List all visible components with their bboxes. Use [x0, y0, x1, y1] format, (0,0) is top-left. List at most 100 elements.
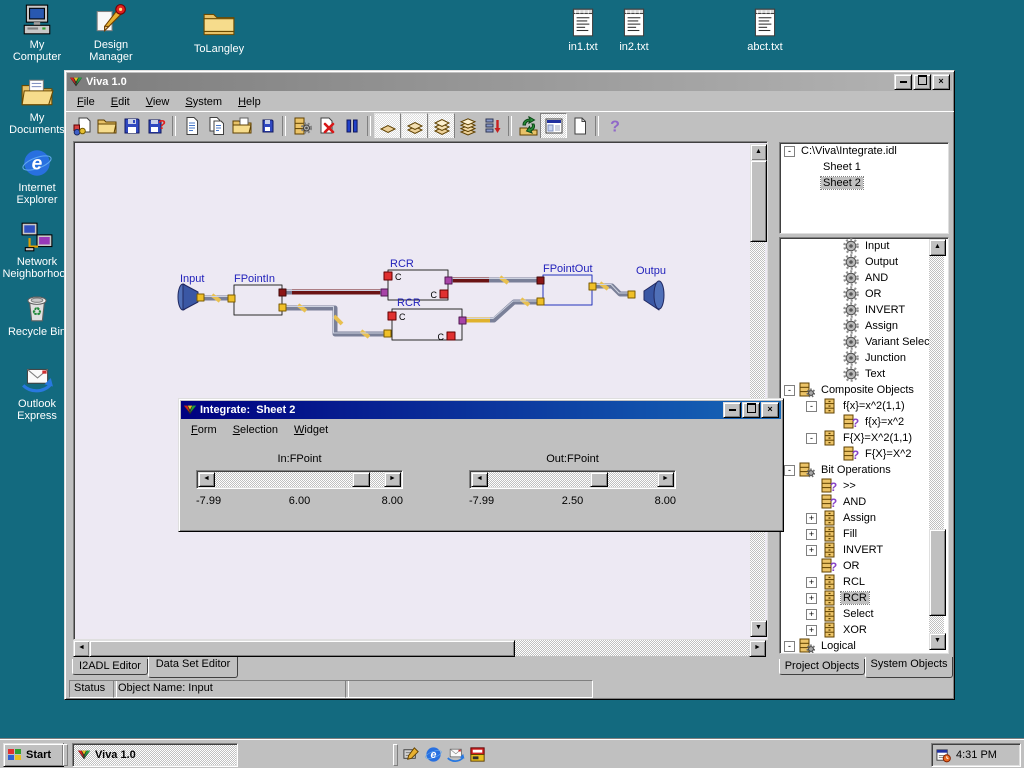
tree-item-label[interactable]: Assign [841, 512, 878, 524]
expand-toggle-icon[interactable]: - [784, 146, 795, 157]
tree-item-label[interactable]: AND [863, 272, 890, 284]
taskbar-grip[interactable] [63, 744, 68, 766]
scroll-left-button[interactable]: ◄ [73, 640, 90, 657]
tree-item-f-x-x-2[interactable]: ?f{x}=x^2 [780, 414, 948, 430]
scroll-down-button[interactable]: ▼ [750, 620, 767, 637]
taskbar-grip[interactable] [393, 744, 398, 766]
expand-toggle-icon[interactable]: + [806, 625, 817, 636]
tree-item-label[interactable]: INVERT [863, 304, 907, 316]
out-fpoint-slider[interactable]: ◄ ► [469, 470, 676, 489]
tree-item-label[interactable]: Select [841, 608, 876, 620]
tree-item-select[interactable]: + Select [780, 606, 948, 622]
tree-item-label[interactable]: >> [841, 480, 858, 492]
layer-list-button[interactable] [480, 114, 505, 138]
expand-toggle-icon[interactable]: - [806, 401, 817, 412]
desktop-icon-outlook-express[interactable]: Outlook Express [5, 362, 69, 422]
tab-project-objects[interactable]: Project Objects [779, 659, 865, 675]
tree-item-invert[interactable]: INVERT [780, 302, 948, 318]
expand-toggle-icon[interactable]: + [806, 593, 817, 604]
tree-item-variant-select[interactable]: Variant Select [780, 334, 948, 350]
scroll-up-button[interactable]: ▲ [750, 144, 767, 161]
layer3-button[interactable] [428, 113, 455, 139]
title-bar[interactable]: Integrate: Sheet 2 × [181, 401, 781, 419]
expand-toggle-icon[interactable]: + [806, 577, 817, 588]
translate-button[interactable] [69, 114, 94, 138]
expand-toggle-icon[interactable]: + [806, 609, 817, 620]
expand-toggle-icon[interactable]: + [806, 529, 817, 540]
outlook-express-icon[interactable] [446, 745, 465, 764]
tree-item-label[interactable]: OR [863, 288, 884, 300]
window-view-button[interactable] [540, 113, 567, 139]
desktop-icon-internet-explorer[interactable]: e Internet Explorer [5, 146, 69, 206]
tree-item-output[interactable]: Output [780, 254, 948, 270]
tree-item-label[interactable]: AND [841, 496, 868, 508]
tree-item-assign[interactable]: Assign [780, 318, 948, 334]
tree-item-and[interactable]: AND [780, 270, 948, 286]
open-folder-button[interactable] [94, 114, 119, 138]
tree-item-label[interactable]: C:\Viva\Integrate.idl [799, 145, 899, 157]
tree-item-and[interactable]: ?AND [780, 494, 948, 510]
tree-item-f-x-x-2-1-1[interactable]: -f{x}=x^2(1,1) [780, 398, 948, 414]
tree-item-label[interactable]: XOR [841, 624, 869, 636]
maximize-button[interactable] [742, 402, 760, 418]
tree-item-label[interactable]: Composite Objects [819, 384, 916, 396]
canvas-horizontal-scrollbar[interactable]: ◄ ► [73, 640, 766, 656]
expand-toggle-icon[interactable]: + [806, 545, 817, 556]
slider-left-button[interactable]: ◄ [471, 472, 488, 487]
menu-selection[interactable]: Selection [225, 422, 286, 438]
slider-thumb[interactable] [590, 472, 608, 487]
tree-item-label[interactable]: Input [863, 240, 891, 252]
desktop-icon-my-computer[interactable]: My Computer [5, 3, 69, 63]
expand-toggle-icon[interactable]: - [784, 385, 795, 396]
in-fpoint-slider[interactable]: ◄ ► [196, 470, 403, 489]
tree-item-label[interactable]: OR [841, 560, 862, 572]
tree-item-f-x-x-2-1-1[interactable]: -F{X}=X^2(1,1) [780, 430, 948, 446]
tree-item-label[interactable]: Fill [841, 528, 859, 540]
tree-item-label[interactable]: Sheet 2 [821, 177, 863, 189]
tree-item-c-viva-integrate-idl[interactable]: -C:\Viva\Integrate.idl [780, 143, 948, 159]
start-button[interactable]: Start [3, 743, 64, 767]
floppy-sm-button[interactable] [254, 114, 279, 138]
scroll-right-button[interactable]: ► [749, 640, 766, 657]
desktop-icon-network-neighborhood[interactable]: Network Neighborhood [5, 220, 69, 280]
tree-vertical-scrollbar[interactable]: ▲ ▼ [929, 239, 944, 650]
tree-item-[interactable]: ?>> [780, 478, 948, 494]
scroll-up-button[interactable]: ▲ [929, 239, 946, 256]
close-button[interactable]: × [761, 402, 779, 418]
tree-item-composite-objects[interactable]: - Composite Objects [780, 382, 948, 398]
tree-item-or[interactable]: ?OR [780, 558, 948, 574]
horizontal-scroll-thumb[interactable] [89, 640, 515, 657]
tree-item-rcr[interactable]: +RCR [780, 590, 948, 606]
tree-item-label[interactable]: Text [863, 368, 887, 380]
expand-toggle-icon[interactable]: - [784, 641, 795, 652]
schematic-canvas[interactable]: Input FPointIn RCR RCR FPointOut Outpu C… [73, 141, 768, 640]
layer4-button[interactable] [455, 114, 480, 138]
tree-item-label[interactable]: F{X}=X^2(1,1) [841, 432, 914, 444]
tree-item-fill[interactable]: + Fill [780, 526, 948, 542]
minimize-button[interactable] [894, 74, 912, 90]
title-bar[interactable]: Viva 1.0 × [67, 73, 952, 91]
menu-edit[interactable]: Edit [103, 94, 138, 110]
tree-item-rcl[interactable]: + RCL [780, 574, 948, 590]
desktop-icon-abct-txt[interactable]: abct.txt [735, 5, 795, 53]
tree-item-f-x-x-2[interactable]: ?F{X}=X^2 [780, 446, 948, 462]
stop-doc-button[interactable] [314, 114, 339, 138]
tree-item-label[interactable]: RCL [841, 576, 867, 588]
desktop-icon-in2-txt[interactable]: in2.txt [607, 5, 661, 53]
doc-plain-button[interactable] [567, 114, 592, 138]
tree-item-label[interactable]: Variant Select [863, 336, 935, 348]
slider-left-button[interactable]: ◄ [198, 472, 215, 487]
slider-right-button[interactable]: ► [384, 472, 401, 487]
menu-view[interactable]: View [138, 94, 178, 110]
tree-item-text[interactable]: Text [780, 366, 948, 382]
tab-system-objects[interactable]: System Objects [865, 657, 953, 678]
desktop-icon-tolangley[interactable]: ToLangley [187, 7, 251, 55]
tab-data-set-editor[interactable]: Data Set Editor [148, 657, 238, 678]
minimize-button[interactable] [723, 402, 741, 418]
floppy-button[interactable] [119, 114, 144, 138]
tree-item-label[interactable]: Bit Operations [819, 464, 893, 476]
show-desktop-icon[interactable] [402, 745, 421, 764]
compile-button[interactable] [289, 114, 314, 138]
canvas-vertical-scrollbar[interactable]: ▲ ▼ [750, 144, 765, 637]
tree-item-junction[interactable]: Junction [780, 350, 948, 366]
